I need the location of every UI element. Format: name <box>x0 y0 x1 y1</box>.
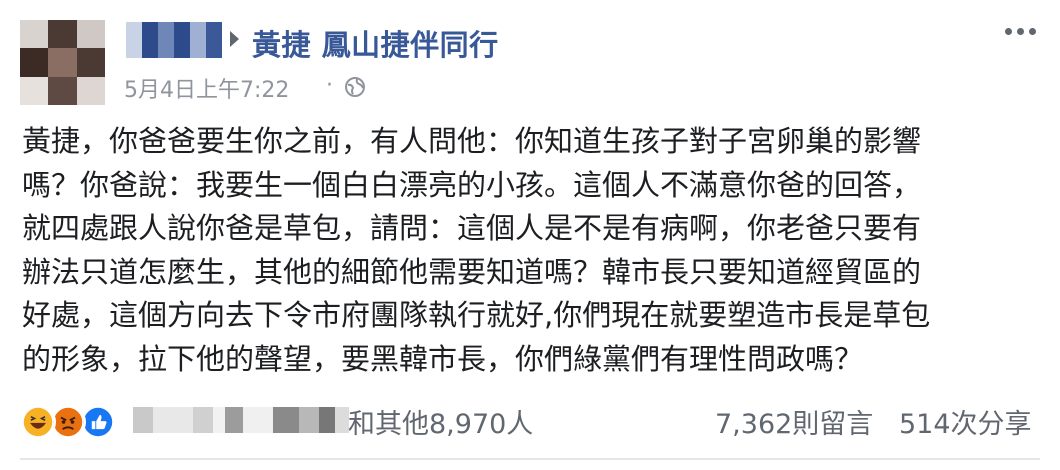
comments-count-link[interactable]: 7,362則留言 <box>715 402 873 441</box>
page-name-link[interactable]: 黃捷 鳳山捷伴同行 <box>252 22 499 64</box>
post-line: 辦法只道怎麼生，其他的細節他需要知道嗎？韓市長只要知道經貿區的 <box>22 254 922 289</box>
poster-name-blurred[interactable] <box>126 22 222 58</box>
reactor-names-blurred[interactable] <box>133 407 349 433</box>
haha-reaction-icon[interactable] <box>20 404 56 440</box>
post-line: 就四處跟人說你爸是草包，請問：這個人是不是有病啊，你老爸只要有 <box>22 211 922 245</box>
more-dot <box>1029 28 1036 35</box>
globe-icon[interactable] <box>344 76 366 98</box>
reactors-count[interactable]: 和其他8,970人 <box>348 402 533 441</box>
post-line: 的形象，拉下他的聲望，要黑韓市長，你們綠黨們有理性問政嗎？ <box>22 341 864 376</box>
post-line: 嗎？你爸說：我要生一個白白漂亮的小孩。這個人不滿意你爸的回答， <box>22 167 922 202</box>
meta-separator: · <box>326 73 333 98</box>
more-dot <box>1017 28 1024 35</box>
shares-count-link[interactable]: 514次分享 <box>899 402 1032 441</box>
more-options-icon[interactable] <box>1005 28 1036 35</box>
post-body: 黃捷，你爸爸要生你之前，有人問他：你知道生孩子對子宮卵巢的影響 嗎？你爸說：我要… <box>22 120 1042 381</box>
divider <box>20 458 1040 460</box>
post-line: 好處，這個方向去下令市府團隊執行就好,你們現在就要塑造市長是草包 <box>22 298 931 332</box>
arrow-right-icon <box>230 31 239 47</box>
post-timestamp[interactable]: 5月4日上午7:22 <box>124 72 289 104</box>
post-line: 黃捷，你爸爸要生你之前，有人問他：你知道生孩子對子宮卵巢的影響 <box>22 124 922 158</box>
reaction-icons[interactable] <box>20 404 116 440</box>
more-dot <box>1005 28 1012 35</box>
avatar[interactable] <box>20 20 105 105</box>
